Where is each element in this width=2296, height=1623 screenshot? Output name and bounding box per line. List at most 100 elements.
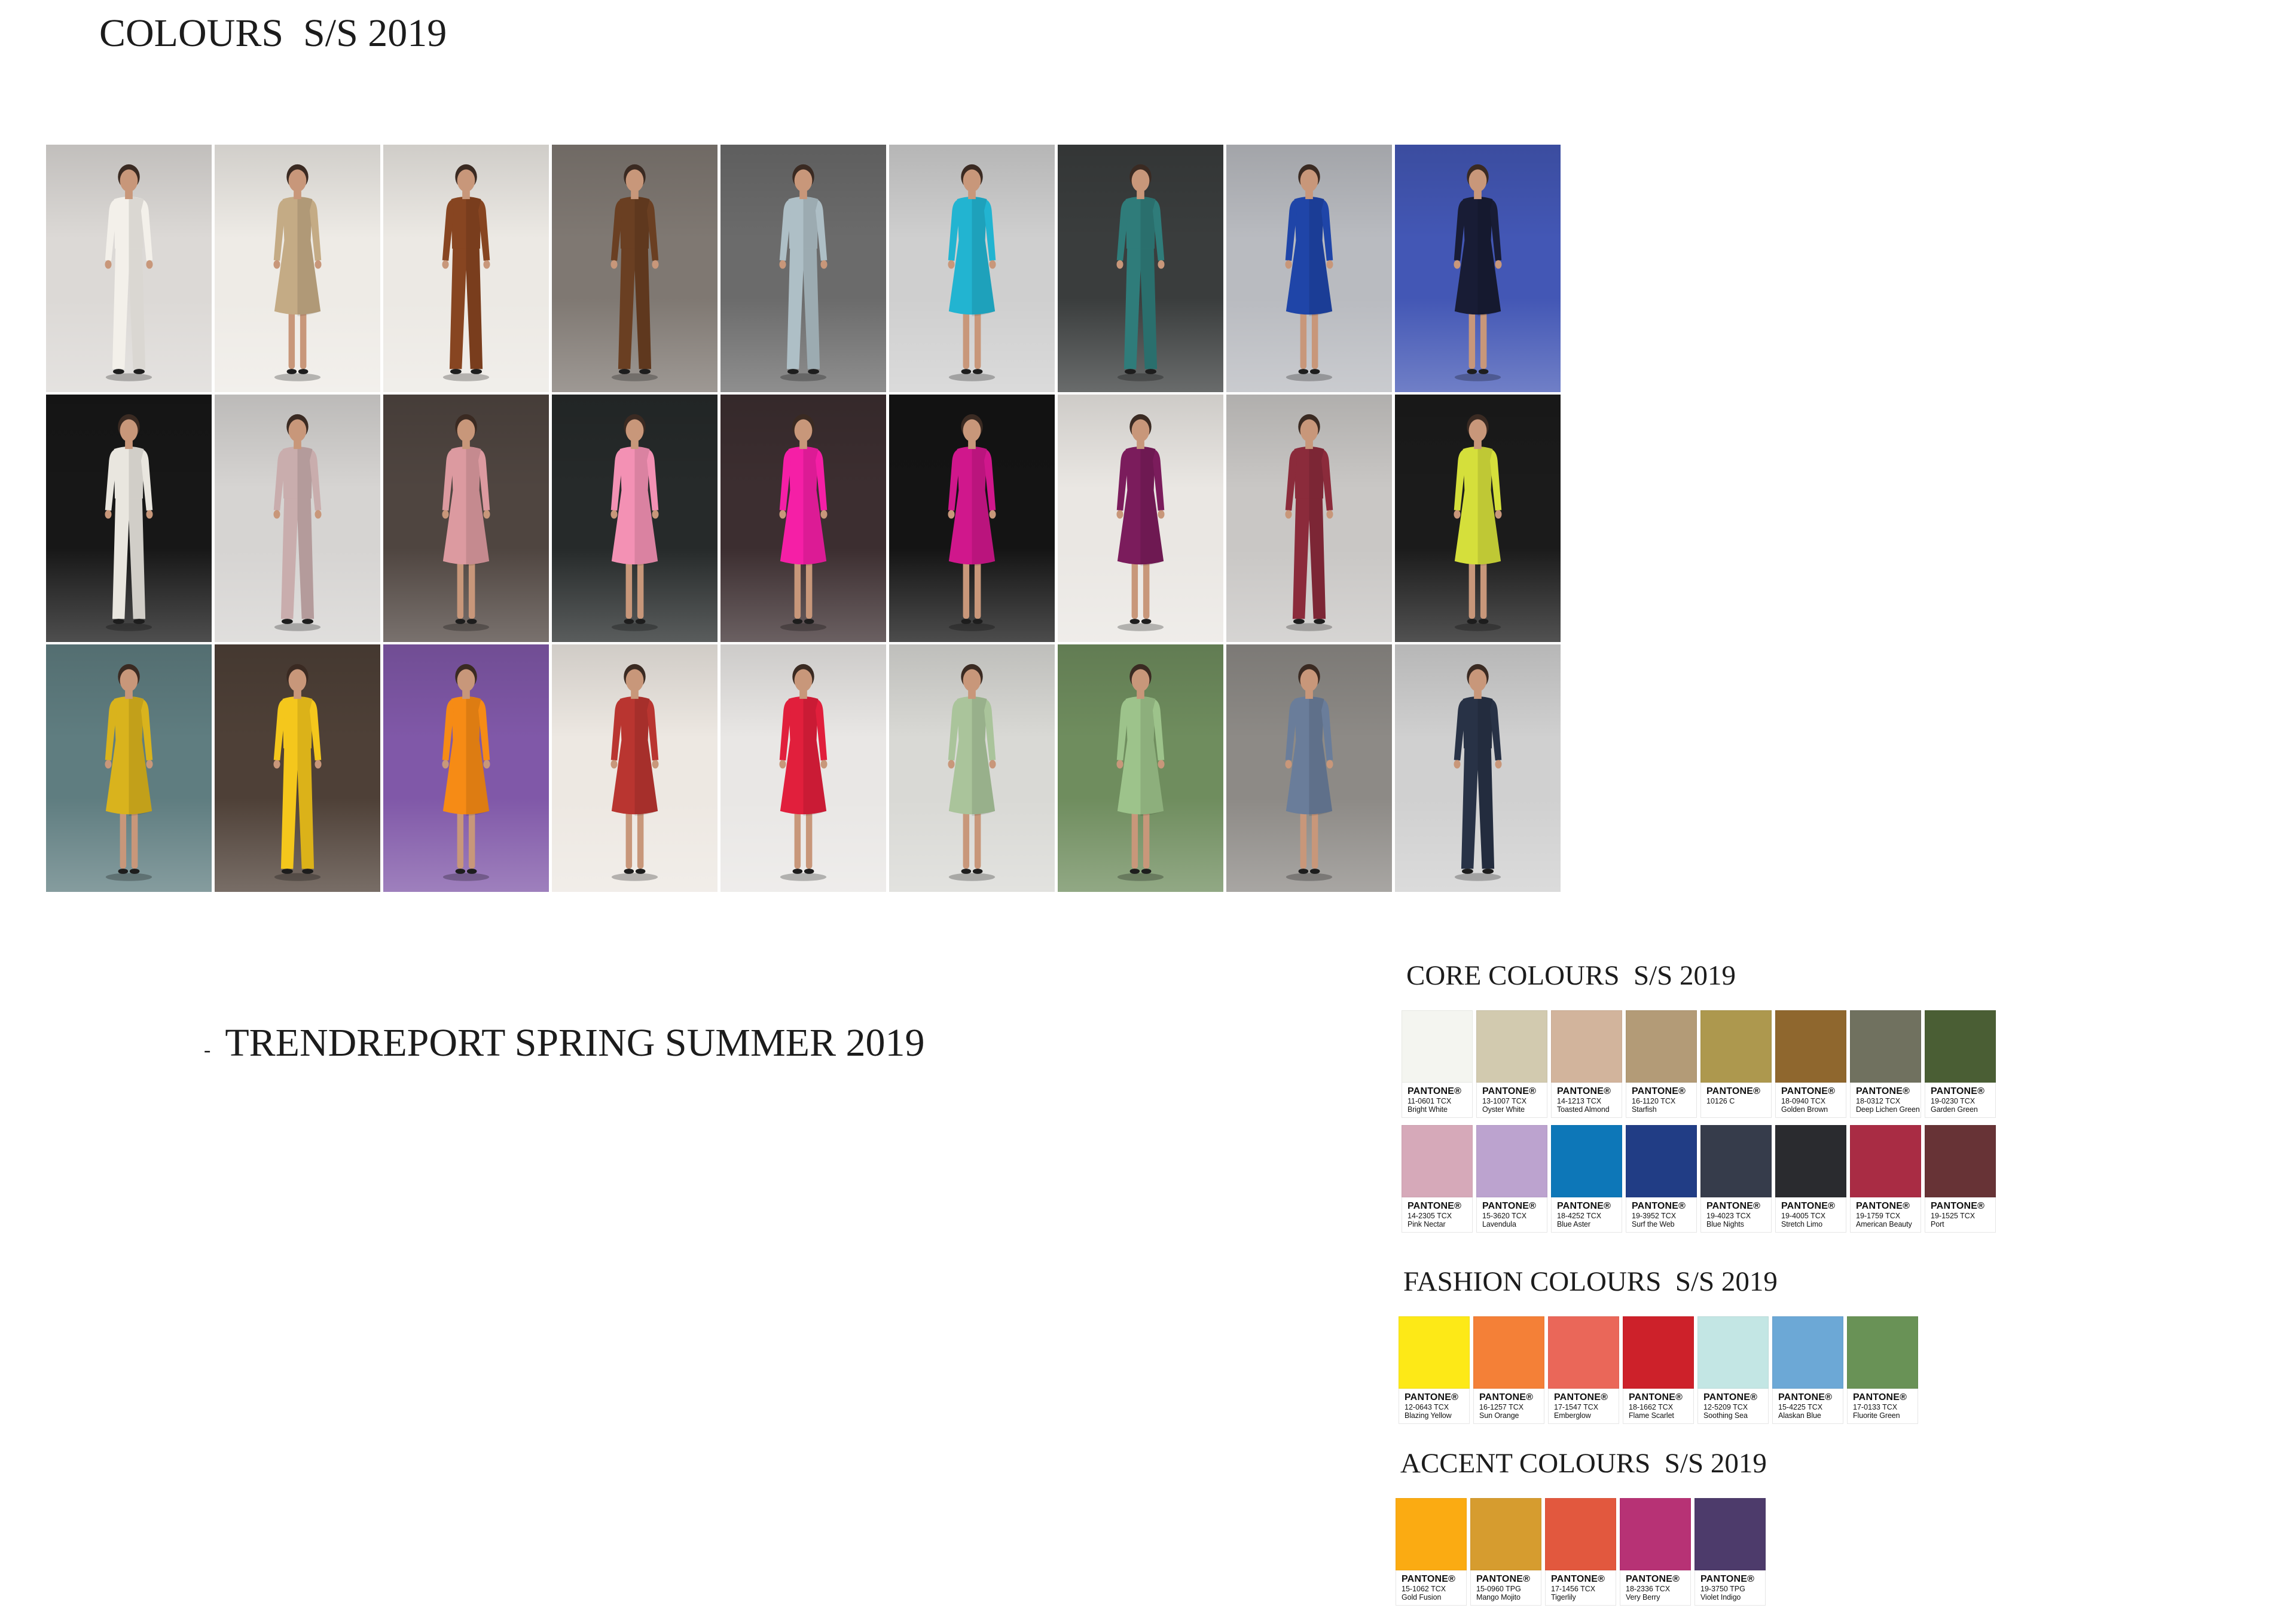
colour-name: Alaskan Blue: [1778, 1411, 1821, 1420]
model-figure: [1454, 664, 1502, 881]
swatch-label: PANTONE® 11-0601 TCX Bright White: [1402, 1083, 1473, 1118]
pantone-code: 11-0601 TCX: [1407, 1097, 1452, 1105]
hand: [442, 260, 449, 269]
pantone-brand: PANTONE®: [1557, 1086, 1611, 1096]
floor-shadow: [611, 623, 658, 631]
pantone-brand: PANTONE®: [1703, 1392, 1758, 1402]
pantone-brand: PANTONE®: [1407, 1086, 1462, 1096]
pantone-code: 16-1257 TCX: [1479, 1403, 1524, 1411]
floor-shadow: [611, 373, 658, 381]
model-figure: [442, 414, 490, 631]
shoe: [624, 619, 634, 624]
shoe: [624, 869, 634, 874]
fashion-swatch-rows: PANTONE® 12-0643 TCX Blazing Yellow PANTONE…: [1399, 1316, 1918, 1424]
trousers-shade: [1309, 493, 1326, 619]
shoe: [466, 869, 477, 874]
swatch-label: PANTONE® 18-4252 TCX Blue Aster: [1551, 1197, 1622, 1233]
pantone-brand: PANTONE®: [1632, 1201, 1686, 1211]
face: [1468, 669, 1487, 692]
shoe: [1309, 369, 1320, 374]
hand: [820, 510, 828, 519]
colour-name: Mango Mojito: [1476, 1593, 1521, 1601]
pantone-code: 13-1007 TCX: [1482, 1097, 1527, 1105]
top-shade: [1140, 196, 1156, 249]
shoe: [1478, 369, 1489, 374]
model-figure: [1285, 664, 1333, 881]
shoe: [133, 619, 145, 624]
colour-name: Surf the Web: [1632, 1220, 1675, 1228]
colour-name: Golden Brown: [1781, 1105, 1828, 1114]
hand: [820, 760, 828, 769]
shoe: [619, 369, 630, 374]
pantone-brand: PANTONE®: [1402, 1574, 1456, 1584]
runway-photo: [46, 395, 212, 642]
trousers-shade: [297, 743, 315, 869]
hand: [315, 760, 322, 769]
hand: [1116, 760, 1123, 769]
pantone-code: 15-3620 TCX: [1482, 1212, 1527, 1220]
swatch-label: PANTONE® 18-1662 TCX Flame Scarlet: [1623, 1389, 1694, 1424]
model-figure: [948, 164, 996, 381]
face: [794, 419, 813, 442]
swatch-label: PANTONE® 18-0940 TCX Golden Brown: [1775, 1083, 1846, 1118]
face: [963, 419, 981, 442]
pantone-code: 19-4023 TCX: [1706, 1212, 1751, 1220]
colour-name: Deep Lichen Green: [1856, 1105, 1920, 1114]
floor-shadow: [1117, 373, 1164, 381]
shoe: [972, 869, 983, 874]
pantone-brand: PANTONE®: [1479, 1392, 1534, 1402]
face: [1300, 169, 1318, 192]
shoe: [808, 369, 819, 374]
pantone-swatch: PANTONE® 14-1213 TCX Toasted Almond: [1551, 1010, 1622, 1118]
model-figure: [442, 664, 490, 881]
core-colours-heading: CORE COLOURS S/S 2019: [1406, 960, 1736, 991]
swatch-label: PANTONE® 17-0133 TCX Fluorite Green: [1847, 1389, 1918, 1424]
swatch-label: PANTONE® 15-4225 TCX Alaskan Blue: [1772, 1389, 1843, 1424]
colour-chip: [1476, 1010, 1547, 1083]
swatch-label: PANTONE® 18-2336 TCX Very Berry: [1620, 1570, 1691, 1606]
hand: [1116, 260, 1123, 269]
trousers-shade: [297, 493, 315, 619]
shoe: [1125, 369, 1136, 374]
colour-name: Blue Nights: [1706, 1220, 1744, 1228]
hand: [1158, 760, 1165, 769]
floor-shadow: [442, 873, 490, 881]
model-figure: [1285, 164, 1333, 381]
shoe: [1141, 619, 1152, 624]
model-figure: [779, 664, 828, 881]
face: [1300, 419, 1318, 442]
top-shade: [297, 446, 313, 499]
hand: [315, 260, 322, 269]
shoe: [113, 619, 124, 624]
floor-shadow: [1454, 623, 1501, 631]
colour-name: Soothing Sea: [1703, 1411, 1748, 1420]
face: [1300, 669, 1318, 692]
runway-photo: [889, 395, 1055, 642]
swatch-label: PANTONE® 15-3620 TCX Lavendula: [1476, 1197, 1547, 1233]
runway-photo: [1395, 395, 1561, 642]
colour-chip: [1545, 1498, 1616, 1570]
pantone-brand: PANTONE®: [1781, 1086, 1836, 1096]
pantone-swatch: PANTONE® 11-0601 TCX Bright White: [1402, 1010, 1473, 1118]
pantone-swatch: PANTONE® 15-3620 TCX Lavendula: [1476, 1125, 1547, 1233]
model-figure: [442, 164, 490, 381]
pantone-code: 18-0940 TCX: [1781, 1097, 1826, 1105]
trousers-shade: [1140, 243, 1158, 369]
pantone-swatch: PANTONE® 18-2336 TCX Very Berry: [1620, 1498, 1691, 1606]
shoe: [455, 869, 466, 874]
pantone-brand: PANTONE®: [1856, 1201, 1910, 1211]
colour-chip: [1700, 1010, 1772, 1083]
pantone-brand: PANTONE®: [1557, 1201, 1611, 1211]
floor-shadow: [105, 873, 152, 881]
shoe: [1467, 369, 1477, 374]
colour-name: Oyster White: [1482, 1105, 1525, 1114]
runway-photo: [720, 395, 886, 642]
colour-name: Blue Aster: [1557, 1220, 1590, 1228]
pantone-code: 14-1213 TCX: [1557, 1097, 1602, 1105]
face: [1131, 669, 1150, 692]
swatch-label: PANTONE® 15-0960 TPG Mango Mojito: [1470, 1570, 1541, 1606]
pantone-brand: PANTONE®: [1482, 1086, 1537, 1096]
pantone-swatch: PANTONE® 16-1120 TCX Starfish: [1626, 1010, 1697, 1118]
pantone-brand: PANTONE®: [1407, 1201, 1462, 1211]
shoe: [1141, 869, 1152, 874]
